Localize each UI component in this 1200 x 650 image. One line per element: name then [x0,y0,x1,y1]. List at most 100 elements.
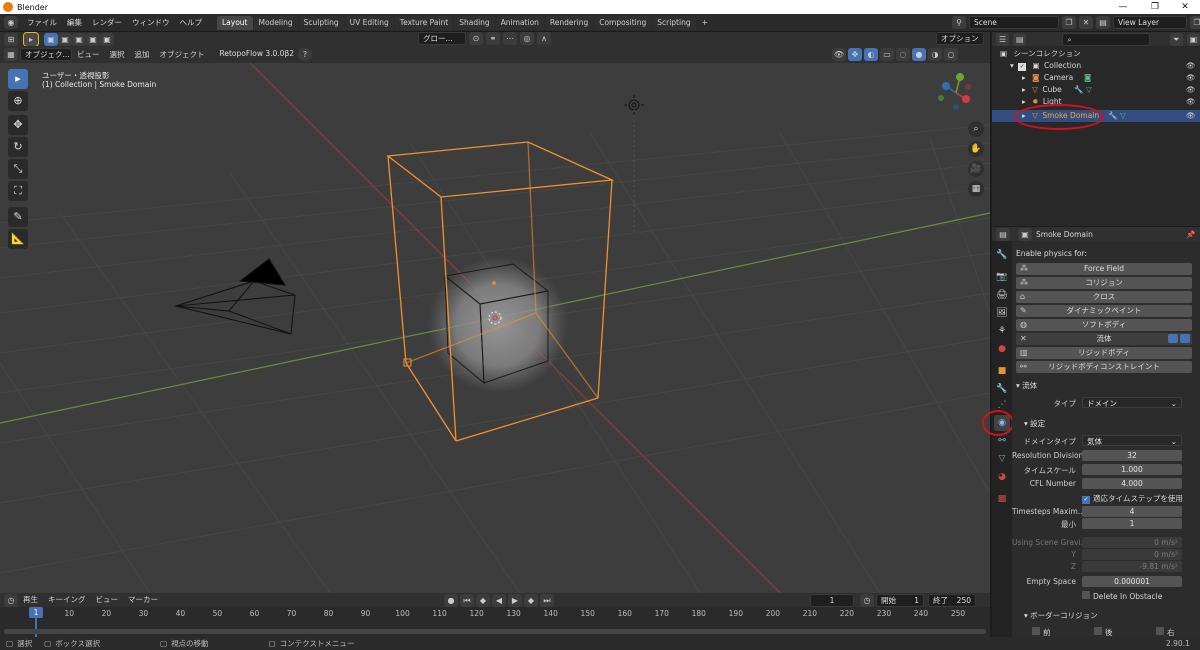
border-front-checkbox[interactable]: 前 [1032,627,1051,637]
zoom-icon[interactable]: ⌕ [968,121,984,137]
annotate-tool[interactable]: ✎ [8,207,28,227]
timeline-area[interactable]: 1102030405060708090100110120130140150160… [0,607,990,637]
jump-keyframe-forward-icon[interactable]: ◆ [524,594,538,607]
tab-data[interactable]: ▽ [994,451,1010,467]
gravity-y-field[interactable]: 0 m/s² [1082,549,1182,560]
play-icon[interactable]: ▶ [508,594,522,607]
eye-icon[interactable]: 👁 [1186,96,1196,108]
outliner-item-collection[interactable]: ▾ ✓ ▣ Collection 👁 [992,60,1200,72]
visibility-icon[interactable]: 👁 [832,48,846,61]
jump-end-icon[interactable]: ⏭ [540,594,554,607]
settings-section-header[interactable]: ▾ 設定 [1024,418,1045,429]
modifier-icon[interactable]: 🔧 [1074,84,1083,96]
camera-data-icon[interactable]: ◙ [1084,72,1091,84]
material-shading-icon[interactable]: ◑ [928,48,942,61]
transform-orientation-dropdown[interactable]: グロー... [418,32,466,45]
timesteps-min-field[interactable]: 1 [1082,518,1182,529]
viewport-menu-add[interactable]: 追加 [130,46,155,64]
tab-scripting[interactable]: Scripting [652,15,696,30]
dynamic-paint-button[interactable]: ✎ ダイナミックペイント [1016,305,1192,317]
tab-sculpting[interactable]: Sculpting [298,15,344,30]
select-mode-subtract-icon[interactable]: ▣ [72,32,86,46]
adaptive-timestep-checkbox[interactable]: ✓ 適応タイムステップを使用 [1082,493,1183,504]
tab-render[interactable]: 📷 [994,269,1010,285]
tab-material[interactable]: ◕ [994,469,1010,485]
interaction-mode-dropdown[interactable]: オブジェク... [20,48,72,61]
viewport-menu-view[interactable]: ビュー [72,46,105,64]
new-scene-icon[interactable]: ❐ [1062,16,1076,29]
proportional-edit-icon[interactable]: ◎ [520,32,534,45]
collision-button[interactable]: ⁂ コリジョン [1016,277,1192,289]
gizmo-icon[interactable]: ✥ [848,48,862,61]
view-layer-selector[interactable]: View Layer [1113,16,1187,29]
pin-icon[interactable]: 📌 [1186,230,1195,239]
menu-file[interactable]: ファイル [22,14,62,32]
cloth-button[interactable]: ⌂ クロス [1016,291,1192,303]
scale-tool[interactable]: ⤡ [8,159,28,179]
outliner-editor-icon[interactable]: ☰ [996,32,1010,46]
mesh-data-icon[interactable]: ▽ [1086,84,1092,96]
close-window-button[interactable]: ✕ [1172,0,1198,14]
menu-edit[interactable]: 編集 [62,14,87,32]
camera-object[interactable] [174,258,296,335]
tab-output[interactable]: 🖨 [994,287,1010,303]
fluid-render-toggle-icon[interactable] [1180,334,1190,343]
tab-world[interactable]: ● [994,341,1010,357]
tab-tool[interactable]: 🔧 [994,247,1010,263]
eye-icon[interactable]: 👁 [1186,110,1196,122]
expand-arrow-icon[interactable]: ▸ [1022,97,1026,106]
filter-icon[interactable]: ⏷ [1169,32,1183,46]
viewport-menu-object[interactable]: オブジェクト [155,46,210,64]
tab-layout[interactable]: Layout [217,15,253,30]
scene-icon[interactable]: ⚲ [952,16,966,29]
gravity-z-field[interactable]: -9.81 m/s² [1082,561,1182,572]
pan-icon[interactable]: ✋ [968,141,984,157]
timeline-editor-icon[interactable]: ◷ [4,593,18,607]
tab-texture[interactable]: ▩ [994,491,1010,507]
fluid-section-header[interactable]: ▾ 流体 [1016,380,1037,391]
jump-start-icon[interactable]: ⏮ [460,594,474,607]
record-icon[interactable]: ● [444,594,458,607]
pivot-point-icon[interactable]: ⊙ [469,32,483,45]
select-box-tool[interactable]: ▸ [8,69,28,89]
options-dropdown[interactable]: オプション [936,32,984,45]
menu-window[interactable]: ウィンドウ [127,14,175,32]
outliner-item-camera[interactable]: ▸ ◙ Camera ◙ 👁 [992,72,1200,84]
gravity-x-field[interactable]: 0 m/s² [1082,537,1182,548]
display-mode-icon[interactable]: ▤ [1013,32,1027,46]
camera-view-icon[interactable]: 🎥 [968,161,984,177]
tab-view-layer[interactable]: 🖼 [994,305,1010,321]
timesteps-max-field[interactable]: 4 [1082,506,1182,517]
expand-arrow-icon[interactable]: ▾ [1010,61,1014,70]
tab-texture-paint[interactable]: Texture Paint [394,15,454,30]
expand-arrow-icon[interactable]: ▸ [1022,85,1026,94]
perspective-toggle-icon[interactable]: ▦ [968,181,984,197]
tab-rendering[interactable]: Rendering [544,15,594,30]
blender-menu-icon[interactable]: ◉ [4,16,18,29]
minimize-button[interactable]: — [1110,0,1136,14]
view-layer-icon[interactable]: ▤ [1096,16,1110,29]
tab-animation[interactable]: Animation [495,15,544,30]
fluid-viewport-toggle-icon[interactable] [1168,334,1178,343]
timeline-ruler[interactable]: 1102030405060708090100110120130140150160… [0,607,990,619]
tab-compositing[interactable]: Compositing [594,15,652,30]
outliner-scene-collection[interactable]: ▣ シーンコレクション [992,48,1200,60]
tab-modifiers[interactable]: 🔧 [994,381,1010,397]
solid-shading-icon[interactable]: ● [912,48,926,61]
eye-icon[interactable]: 👁 [1186,72,1196,84]
overlay-icon[interactable]: ◐ [864,48,878,61]
cfl-number-field[interactable]: 4.000 [1082,478,1182,489]
add-workspace-button[interactable]: + [697,14,713,32]
remove-fluid-icon[interactable]: ✕ [1020,333,1027,345]
select-mode-new-icon[interactable]: ▣ [44,32,58,46]
tab-shading[interactable]: Shading [454,15,495,30]
new-view-layer-icon[interactable]: ❐ [1190,16,1200,29]
delete-in-obstacle-checkbox[interactable]: Delete In Obstacle [1082,591,1162,601]
timeline-scrollbar[interactable] [4,629,986,634]
light-object[interactable] [624,95,644,233]
domain-type-dropdown[interactable]: 気体 ⌄ [1082,435,1182,446]
eye-icon[interactable]: 👁 [1186,60,1196,72]
snap-icon[interactable]: ⚭ [486,32,500,45]
border-collision-section-header[interactable]: ▾ ボーダーコリジョン [1024,610,1098,621]
tab-modeling[interactable]: Modeling [253,15,298,30]
